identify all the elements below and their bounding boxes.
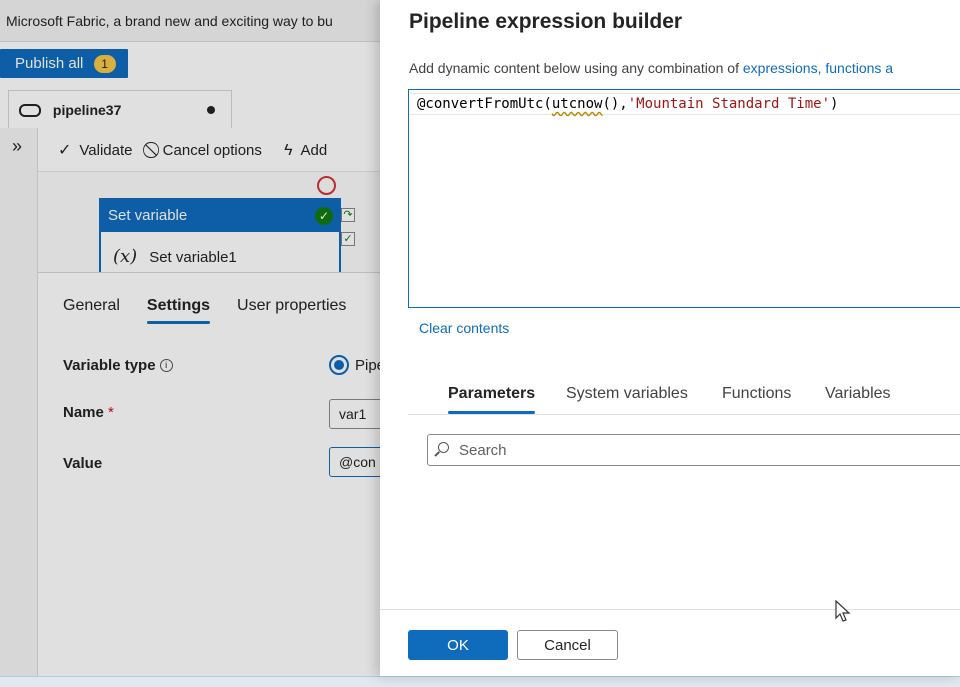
panel-footer: OK Cancel <box>380 609 960 676</box>
add-label: Add <box>300 142 328 159</box>
pipeline-canvas[interactable]: Set variable ✓ (x) Set variable1 ↷ ✓ <box>38 172 380 278</box>
tab-pipeline37[interactable]: pipeline37 <box>8 90 232 128</box>
pipeline-tab-label: pipeline37 <box>52 102 122 118</box>
properties-panel: General Settings User properties Variable … <box>38 272 409 687</box>
variable-type-label: Variable type i <box>63 357 173 374</box>
info-icon[interactable]: i <box>159 359 173 372</box>
variable-type-text: Variable type <box>63 357 156 374</box>
cancel-button[interactable]: Cancel <box>517 630 618 660</box>
search-box[interactable] <box>427 434 960 466</box>
redo-icon[interactable]: ↷ <box>341 208 355 222</box>
activity-side-actions: ↷ ✓ <box>341 208 355 256</box>
expression-line[interactable]: @convertFromUtc(utcnow(),'Mountain Stand… <box>417 96 838 112</box>
left-collapse-strip: » <box>0 128 38 687</box>
panel-title: Pipeline expression builder <box>409 10 683 33</box>
pipeline-icon <box>19 104 41 117</box>
subtitle-text: Add dynamic content below using any comb… <box>409 60 743 76</box>
clear-contents-link[interactable]: Clear contents <box>419 320 509 336</box>
pipeline-toolbar: ✓ Validate ⃠Cancel options ϟ Add <box>38 128 380 172</box>
publish-all-label: Publish all <box>15 55 84 72</box>
value-label: Value <box>63 455 103 472</box>
ok-button[interactable]: OK <box>408 630 508 660</box>
success-check-icon: ✓ <box>315 207 333 225</box>
expression-function: utcnow <box>551 96 603 112</box>
validate-label: Validate <box>79 142 133 159</box>
expression-suffix: ) <box>830 96 839 112</box>
flash-add-icon: ϟ <box>284 142 293 159</box>
set-variable-activity[interactable]: Set variable ✓ (x) Set variable1 <box>99 198 341 278</box>
validate-button[interactable]: ✓ Validate <box>58 140 133 160</box>
unsaved-dot-icon <box>207 106 215 114</box>
panel-subtitle: Add dynamic content below using any comb… <box>409 60 893 76</box>
variable-icon: (x) <box>113 246 138 267</box>
search-input[interactable] <box>459 439 959 461</box>
publish-count-badge: 1 <box>93 55 116 73</box>
error-connector-icon[interactable] <box>317 176 336 195</box>
activity-name: Set variable1 <box>149 249 237 266</box>
required-mark: * <box>108 404 114 421</box>
properties-tabs: General Settings User properties <box>63 297 373 324</box>
cancel-options-label: Cancel options <box>162 142 262 159</box>
status-bar <box>0 676 960 687</box>
add-button[interactable]: ϟ Add <box>284 142 327 160</box>
expand-chevron-icon[interactable]: » <box>12 136 22 157</box>
expression-string-literal: 'Mountain Standard Time' <box>627 96 831 112</box>
activity-header: Set variable ✓ <box>101 200 339 232</box>
name-label: Name * <box>63 404 114 421</box>
tab-settings[interactable]: Settings <box>146 297 211 324</box>
search-icon <box>438 442 449 453</box>
mouse-pointer-icon <box>835 599 851 628</box>
pipeline-editor-background: Microsoft Fabric, a brand new and exciti… <box>0 0 409 687</box>
tab-parameters[interactable]: Parameters <box>448 385 536 414</box>
publish-all-button[interactable]: Publish all 1 <box>0 49 128 78</box>
expression-editor[interactable]: @convertFromUtc(utcnow(),'Mountain Stand… <box>408 89 960 308</box>
tab-system-variables[interactable]: System variables <box>566 385 688 403</box>
cancel-options-button[interactable]: ⃠Cancel options <box>155 142 262 160</box>
name-label-text: Name <box>63 404 104 421</box>
builder-tabs: Parameters System variables Functions Va… <box>408 370 960 415</box>
expression-prefix: @convertFromUtc( <box>417 96 552 112</box>
window-title: Microsoft Fabric, a brand new and exciti… <box>0 0 380 42</box>
variable-type-pipeline-radio[interactable] <box>329 355 349 375</box>
activity-body: (x) Set variable1 <box>101 232 339 267</box>
tab-functions[interactable]: Functions <box>722 385 791 403</box>
expression-mid: (), <box>602 96 628 112</box>
tab-user-properties[interactable]: User properties <box>237 297 346 315</box>
tab-general[interactable]: General <box>63 297 120 315</box>
tab-variables[interactable]: Variables <box>825 385 891 403</box>
expressions-functions-link[interactable]: expressions, functions a <box>743 60 893 76</box>
expression-builder-panel: Pipeline expression builder Add dynamic … <box>380 0 960 676</box>
activity-header-label: Set variable <box>108 207 188 224</box>
checkmark-icon: ✓ <box>58 142 72 159</box>
success-output-icon[interactable]: ✓ <box>341 232 355 246</box>
